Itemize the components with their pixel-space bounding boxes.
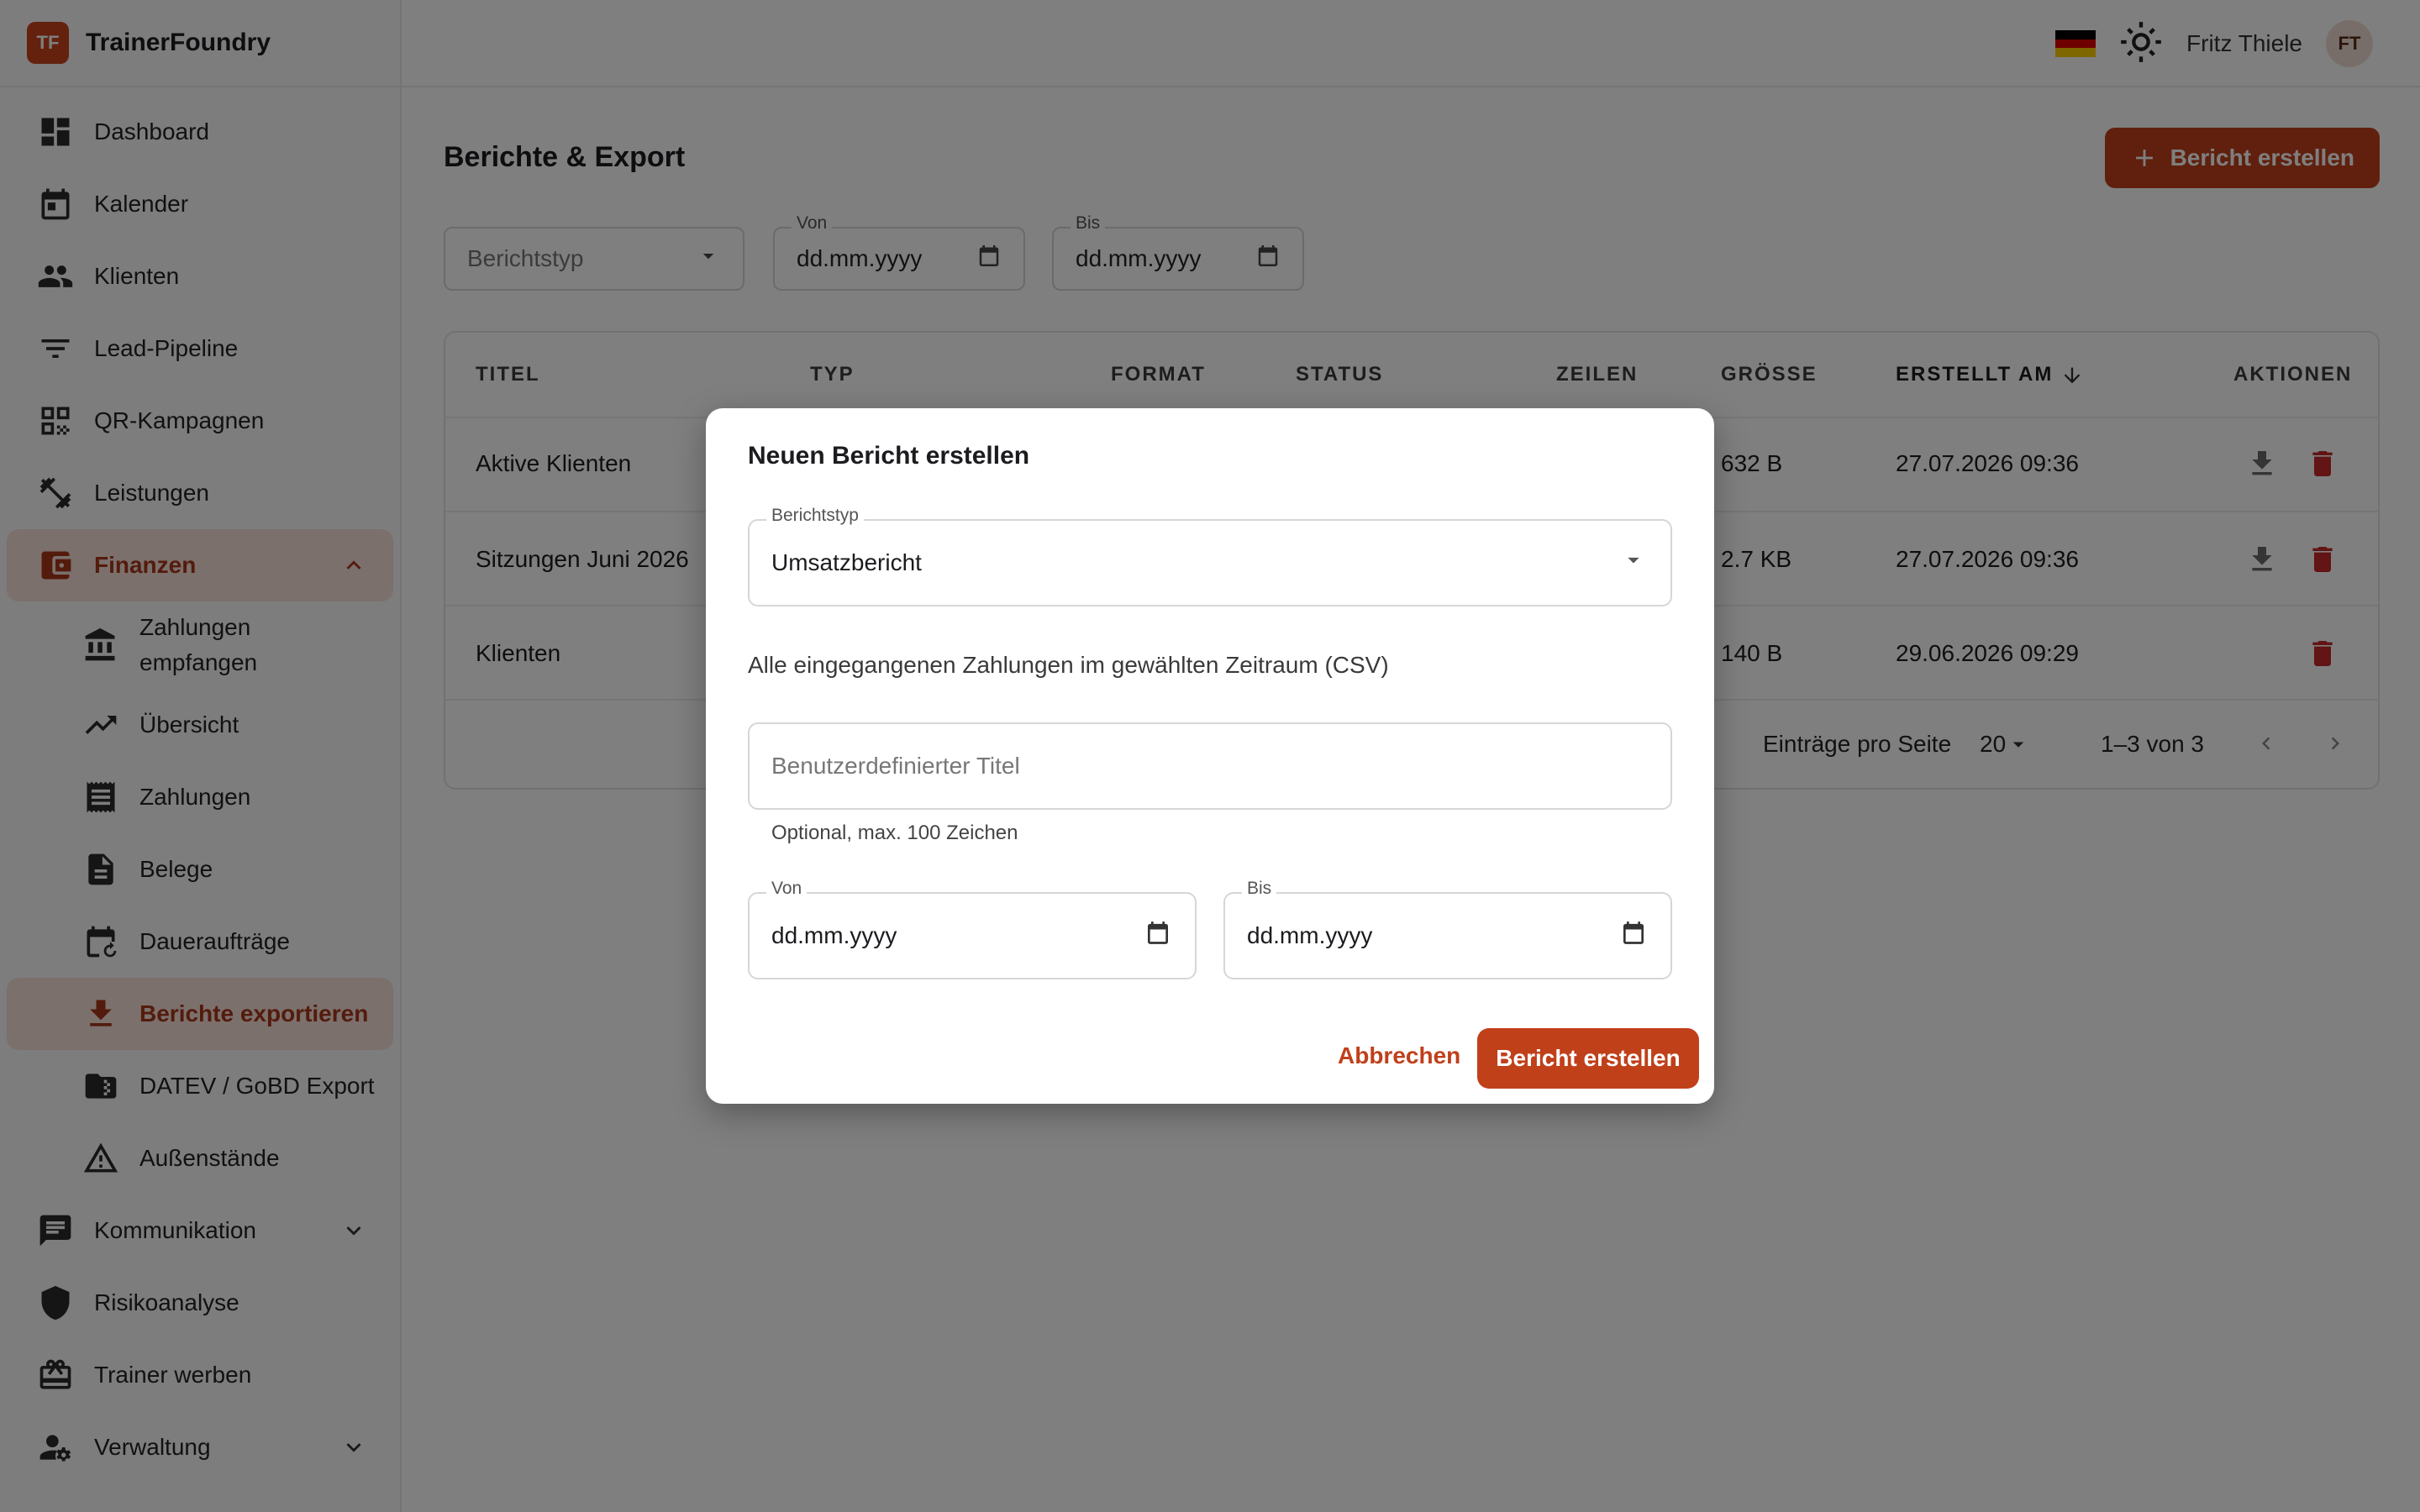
report-type-description: Alle eingegangenen Zahlungen im gewählte… <box>748 652 1389 678</box>
to-date-label: Bis <box>1242 879 1277 899</box>
calendar-icon[interactable] <box>1144 920 1171 953</box>
submit-report-button[interactable]: Bericht erstellen <box>1477 1028 1699 1089</box>
custom-title-input[interactable]: Benutzerdefinierter Titel <box>748 722 1672 810</box>
dialog-title: Neuen Bericht erstellen <box>748 442 1030 470</box>
calendar-icon[interactable] <box>1620 920 1647 953</box>
dropdown-arrow-icon <box>1620 547 1647 580</box>
report-type-value: Umsatzbericht <box>771 549 922 575</box>
cancel-button[interactable]: Abbrechen <box>1338 1026 1460 1085</box>
to-date-input[interactable]: Bis dd.mm.yyyy <box>1223 879 1672 979</box>
from-date-label: Von <box>766 879 808 899</box>
from-date-input[interactable]: Von dd.mm.yyyy <box>748 879 1197 979</box>
create-report-dialog: Neuen Bericht erstellen Berichtstyp Umsa… <box>706 408 1714 1104</box>
report-type-label: Berichtstyp <box>766 506 864 526</box>
to-date-value: dd.mm.yyyy <box>1247 922 1373 948</box>
report-type-select[interactable]: Berichtstyp Umsatzbericht <box>748 506 1672 606</box>
custom-title-placeholder: Benutzerdefinierter Titel <box>771 753 1020 779</box>
custom-title-helper: Optional, max. 100 Zeichen <box>771 822 1018 844</box>
from-date-value: dd.mm.yyyy <box>771 922 897 948</box>
